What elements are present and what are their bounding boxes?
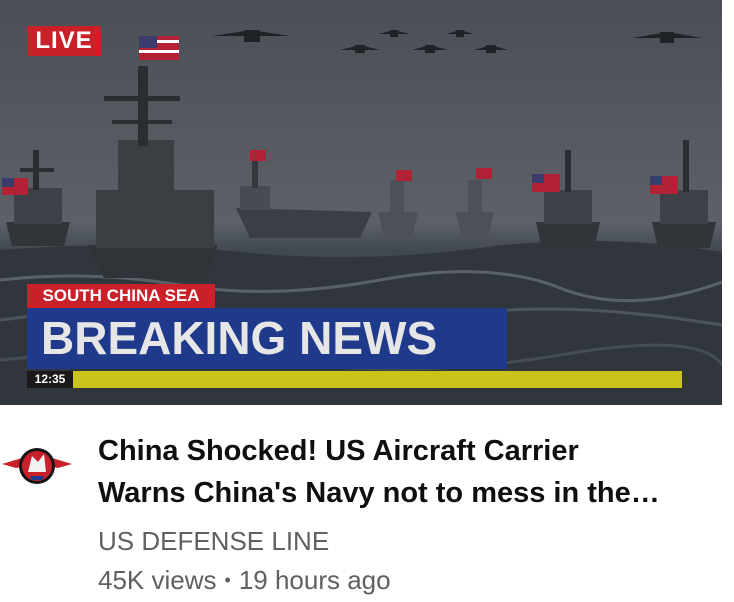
ticker-time: 12:35: [27, 371, 73, 388]
breaking-news-headline: BREAKING NEWS: [27, 308, 507, 369]
channel-name-link[interactable]: US DEFENSE LINE: [98, 524, 329, 558]
video-card[interactable]: LIVE SOUTH CHINA SEA BREAKING NEWS 12:35…: [0, 0, 734, 602]
metadata-separator: •: [224, 570, 231, 590]
upload-age: 19 hours ago: [238, 565, 391, 595]
news-ticker-bar: [73, 371, 682, 388]
view-count: 45K views: [98, 565, 217, 595]
live-badge: LIVE: [27, 26, 101, 56]
video-title-line-2[interactable]: Warns China's Navy not to mess in the…: [98, 472, 698, 514]
location-tag: SOUTH CHINA SEA: [27, 284, 215, 308]
eagle-logo-icon[interactable]: [0, 442, 74, 490]
video-title[interactable]: China Shocked! US Aircraft Carrier Warns…: [98, 430, 698, 514]
video-thumbnail[interactable]: LIVE SOUTH CHINA SEA BREAKING NEWS 12:35: [0, 0, 722, 405]
video-metadata: 45K views • 19 hours ago: [98, 563, 391, 597]
video-title-line-1[interactable]: China Shocked! US Aircraft Carrier: [98, 430, 698, 472]
